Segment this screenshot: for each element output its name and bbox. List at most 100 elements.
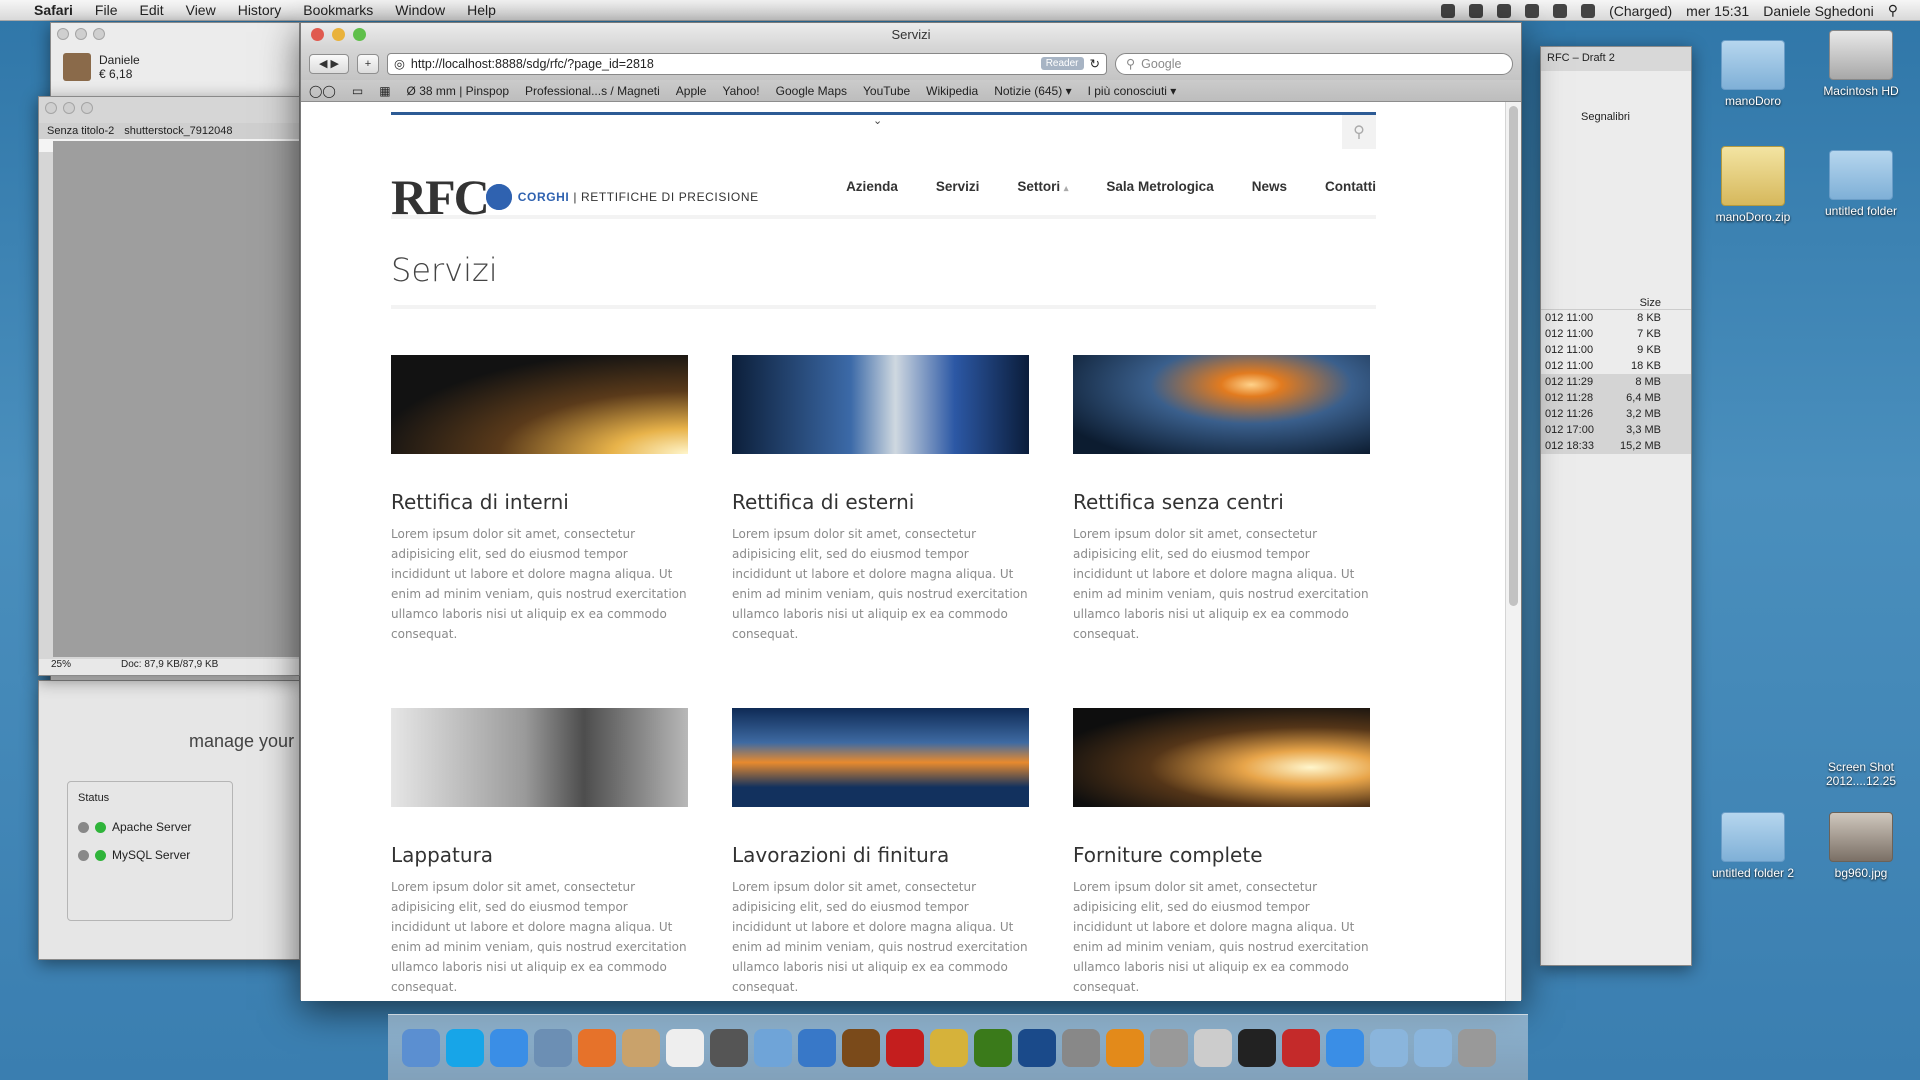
desktop-icon[interactable]: bg960.jpg (1816, 812, 1906, 880)
nav-sala-metrologica[interactable]: Sala Metrologica (1106, 179, 1213, 194)
desktop-icon[interactable]: untitled folder (1816, 150, 1906, 218)
canvas-area[interactable] (53, 141, 299, 657)
service-card[interactable]: Lavorazioni di finitura Lorem ipsum dolo… (732, 708, 1029, 997)
service-image[interactable] (1073, 708, 1370, 807)
spotlight-icon[interactable]: ⚲ (1888, 2, 1898, 19)
dock-iphoto-icon[interactable] (754, 1028, 792, 1067)
bookmark-item[interactable]: YouTube (863, 84, 910, 98)
tab-document[interactable]: shutterstock_7912048 (124, 125, 232, 137)
menu-history[interactable]: History (238, 2, 282, 18)
dock-filezilla-icon[interactable] (886, 1028, 924, 1067)
photoshop-window-controls[interactable] (39, 97, 299, 123)
dock-documents-icon[interactable] (1414, 1028, 1452, 1067)
dock-safari-icon[interactable] (1326, 1028, 1364, 1067)
zoom-level[interactable]: 25% (51, 659, 71, 675)
service-image[interactable] (391, 355, 688, 454)
nav-settori[interactable]: Settori ▴ (1017, 179, 1068, 194)
dock-aperture-icon[interactable] (710, 1028, 748, 1067)
url-text[interactable]: http://localhost:8888/sdg/rfc/?page_id=2… (411, 57, 1035, 71)
clock[interactable]: mer 15:31 (1686, 3, 1749, 19)
dock-ical-icon[interactable] (666, 1028, 704, 1067)
size-column-header[interactable]: Size (1541, 297, 1691, 310)
dock-dreamweaver-icon[interactable] (974, 1028, 1012, 1067)
bookmarks-book-icon[interactable]: ▭ (352, 84, 363, 98)
browser-tab[interactable]: RFC – Draft 2 (1541, 47, 1691, 71)
volume-icon[interactable] (1581, 3, 1596, 18)
service-title[interactable]: Forniture complete (1073, 843, 1370, 867)
file-row[interactable]: 012 18:33 15,2 MB (1541, 438, 1691, 454)
dock-itunes-icon[interactable] (798, 1028, 836, 1067)
dock-finder-icon[interactable] (402, 1028, 440, 1067)
nav-contatti[interactable]: Contatti (1325, 179, 1376, 194)
desktop-icon[interactable]: untitled folder 2 (1708, 812, 1798, 880)
service-title[interactable]: Rettifica di esterni (732, 490, 1029, 514)
bookmark-folder[interactable]: I più conosciuti ▾ (1088, 84, 1177, 98)
service-image[interactable] (732, 708, 1029, 807)
dock-automator-icon[interactable] (1150, 1028, 1188, 1067)
scroll-thumb[interactable] (1509, 106, 1518, 606)
dock-cisco-icon[interactable] (1282, 1028, 1320, 1067)
minimize-icon[interactable] (332, 28, 345, 41)
service-card[interactable]: Rettifica senza centri Lorem ipsum dolor… (1073, 355, 1370, 644)
display-icon[interactable] (1497, 3, 1512, 18)
dock-fetch-icon[interactable] (930, 1028, 968, 1067)
bookmark-item[interactable]: Ø 38 mm | Pinspop (407, 84, 510, 98)
file-row[interactable]: 012 11:00 7 KB (1541, 326, 1691, 342)
dock-sequel-icon[interactable] (1194, 1028, 1232, 1067)
address-bar[interactable]: ◎ http://localhost:8888/sdg/rfc/?page_id… (387, 52, 1107, 75)
site-logo[interactable]: RFC CORGHI | RETTIFICHE DI PRECISIONE (391, 168, 759, 226)
reading-list-icon[interactable]: ◯◯ (309, 84, 336, 98)
back-forward-buttons[interactable]: ◀ ▶ (309, 53, 349, 74)
service-image[interactable] (1073, 355, 1370, 454)
service-image[interactable] (732, 355, 1029, 454)
dock-calculator-icon[interactable] (1062, 1028, 1100, 1067)
bookmark-item[interactable]: Apple (676, 84, 707, 98)
menu-window[interactable]: Window (395, 2, 445, 18)
file-row[interactable]: 012 11:00 18 KB (1541, 358, 1691, 374)
bookmark-item[interactable]: Wikipedia (926, 84, 978, 98)
dock-photoshop-icon[interactable] (1018, 1028, 1056, 1067)
desktop-icon[interactable]: Macintosh HD (1816, 30, 1906, 98)
time-machine-icon[interactable] (1469, 3, 1484, 18)
dock-downloads-icon[interactable] (1370, 1028, 1408, 1067)
dock-cyberduck-icon[interactable] (1106, 1028, 1144, 1067)
dock-photo-booth-icon[interactable] (842, 1028, 880, 1067)
menu-file[interactable]: File (95, 2, 118, 18)
menu-help[interactable]: Help (467, 2, 496, 18)
vertical-scrollbar[interactable] (1505, 102, 1521, 1001)
file-row[interactable]: 012 11:00 8 KB (1541, 310, 1691, 326)
menu-edit[interactable]: Edit (139, 2, 163, 18)
service-title[interactable]: Rettifica senza centri (1073, 490, 1370, 514)
service-title[interactable]: Lappatura (391, 843, 688, 867)
menu-bookmarks[interactable]: Bookmarks (303, 2, 373, 18)
skype-status-icon[interactable] (1441, 3, 1456, 18)
service-title[interactable]: Rettifica di interni (391, 490, 688, 514)
top-sites-icon[interactable]: ▦ (379, 84, 390, 98)
service-card[interactable]: Rettifica di esterni Lorem ipsum dolor s… (732, 355, 1029, 644)
add-bookmark-button[interactable]: + (357, 53, 379, 74)
file-row[interactable]: 012 11:26 3,2 MB (1541, 406, 1691, 422)
segnalibri-button[interactable]: Segnalibri (1581, 111, 1630, 123)
bookmark-item[interactable]: Yahoo! (722, 84, 759, 98)
service-title[interactable]: Lavorazioni di finitura (732, 843, 1029, 867)
close-icon[interactable] (311, 28, 324, 41)
desktop-icon[interactable]: manoDoro (1708, 40, 1798, 108)
bookmark-item[interactable]: Google Maps (776, 84, 847, 98)
bluetooth-icon[interactable] (1525, 3, 1540, 18)
dock-skype-icon[interactable] (446, 1028, 484, 1067)
user-name[interactable]: Daniele Sghedoni (1763, 3, 1874, 19)
dock-trash-icon[interactable] (1458, 1028, 1496, 1067)
dock-preview-icon[interactable] (534, 1028, 572, 1067)
nav-servizi[interactable]: Servizi (936, 179, 980, 194)
skype-window-controls[interactable] (51, 23, 299, 49)
desktop-icon[interactable]: manoDoro.zip (1708, 146, 1798, 224)
tab-document[interactable]: Senza titolo-2 (47, 125, 114, 137)
zoom-icon[interactable] (353, 28, 366, 41)
dock-app-store-icon[interactable] (490, 1028, 528, 1067)
battery-status[interactable]: (Charged) (1609, 3, 1672, 19)
file-row[interactable]: 012 11:00 9 KB (1541, 342, 1691, 358)
service-card[interactable]: Lappatura Lorem ipsum dolor sit amet, co… (391, 708, 688, 997)
nav-azienda[interactable]: Azienda (846, 179, 898, 194)
menu-view[interactable]: View (186, 2, 216, 18)
dock-firefox-icon[interactable] (578, 1028, 616, 1067)
